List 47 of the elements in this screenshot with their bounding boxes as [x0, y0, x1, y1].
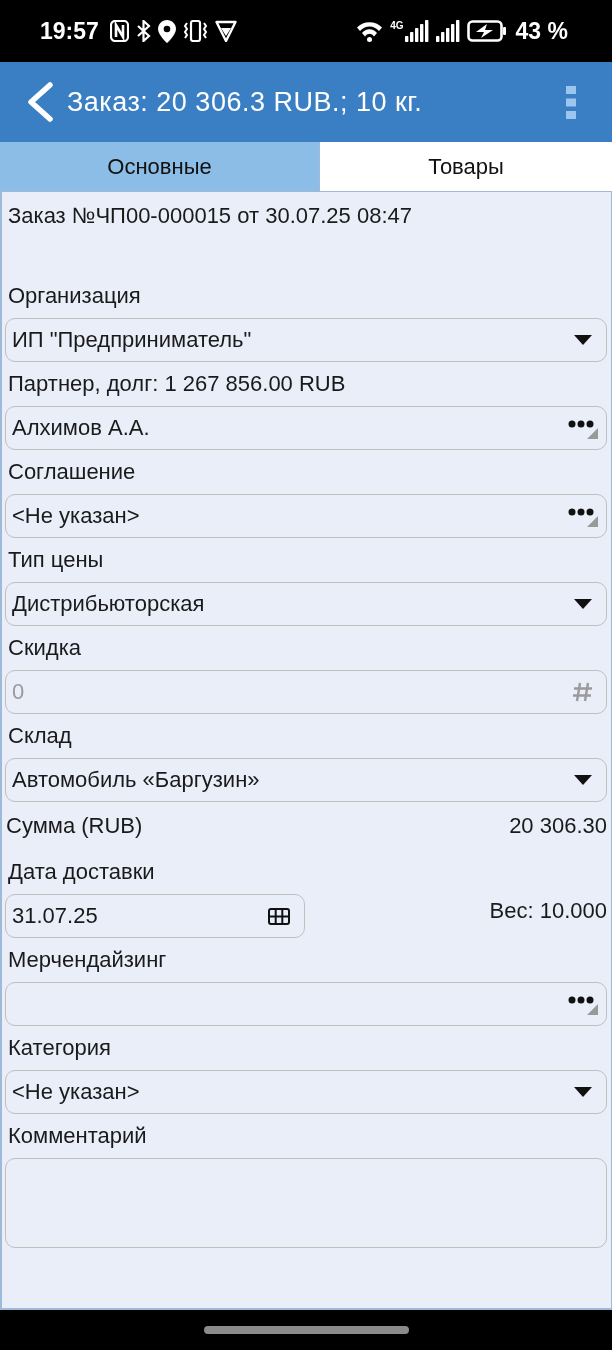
dropdown-caret-icon [574, 335, 592, 345]
weight-text: Вес: 10.000 [489, 898, 607, 924]
picker-field[interactable] [5, 982, 607, 1026]
hash-icon [573, 682, 593, 702]
field-label: Склад [7, 722, 72, 750]
picker-field[interactable]: <Не указан> [5, 494, 607, 538]
tab[interactable]: Основные [0, 142, 320, 192]
battery-percent-text: 43 % [515, 17, 568, 45]
field-label: Сумма (RUB) [6, 813, 143, 839]
clock-text: 19:57 [40, 17, 99, 45]
field-label: Скидка [7, 634, 81, 662]
nfc-icon [109, 20, 129, 42]
field-label: Тип цены [7, 546, 104, 574]
dropdown-field[interactable]: <Не указан> [5, 1070, 607, 1114]
dropdown-field[interactable]: Автомобиль «Баргузин» [5, 758, 607, 802]
location-pin-icon [157, 19, 176, 43]
field-label: Партнер, долг: 1 267 856.00 RUB [7, 370, 346, 398]
signal-bars-icon [435, 20, 460, 42]
field-label: Дата доставки [7, 858, 155, 886]
order-heading: Заказ №ЧП00-000015 от 30.07.25 08:47 [7, 202, 413, 230]
network-type-text: 4G [390, 21, 404, 31]
back-icon[interactable] [26, 82, 54, 122]
picker-field[interactable]: Алхимов А.А. [5, 406, 607, 450]
dropdown-caret-icon [574, 599, 592, 609]
home-indicator[interactable] [203, 1326, 409, 1334]
triangle-icon [214, 20, 237, 42]
app-bar-title: Заказ: 20 306.3 RUB.; 10 кг. [67, 86, 424, 118]
more-menu-icon[interactable] [566, 85, 576, 119]
field-label: Категория [7, 1034, 111, 1062]
bluetooth-icon [135, 20, 151, 42]
battery-charging-icon [466, 20, 507, 42]
field-label: Мерчендайзинг [7, 946, 167, 974]
signal-bars-icon [404, 20, 429, 42]
number-field[interactable]: 0 [5, 670, 607, 714]
total-value: 20 306.30 [509, 813, 607, 839]
wifi-icon [356, 20, 384, 42]
dropdown-caret-icon [574, 1087, 592, 1097]
dropdown-field[interactable]: Дистрибьюторская [5, 582, 607, 626]
dropdown-caret-icon [574, 775, 592, 785]
vibrate-icon [182, 20, 208, 42]
calendar-grid-icon [268, 907, 290, 925]
field-label: Организация [7, 282, 141, 310]
date-field[interactable]: 31.07.25 [5, 894, 305, 938]
dropdown-field[interactable]: ИП "Предприниматель" [5, 318, 607, 362]
field-label: Соглашение [7, 458, 136, 486]
comment-field[interactable] [5, 1158, 607, 1248]
field-label: Комментарий [7, 1122, 147, 1150]
